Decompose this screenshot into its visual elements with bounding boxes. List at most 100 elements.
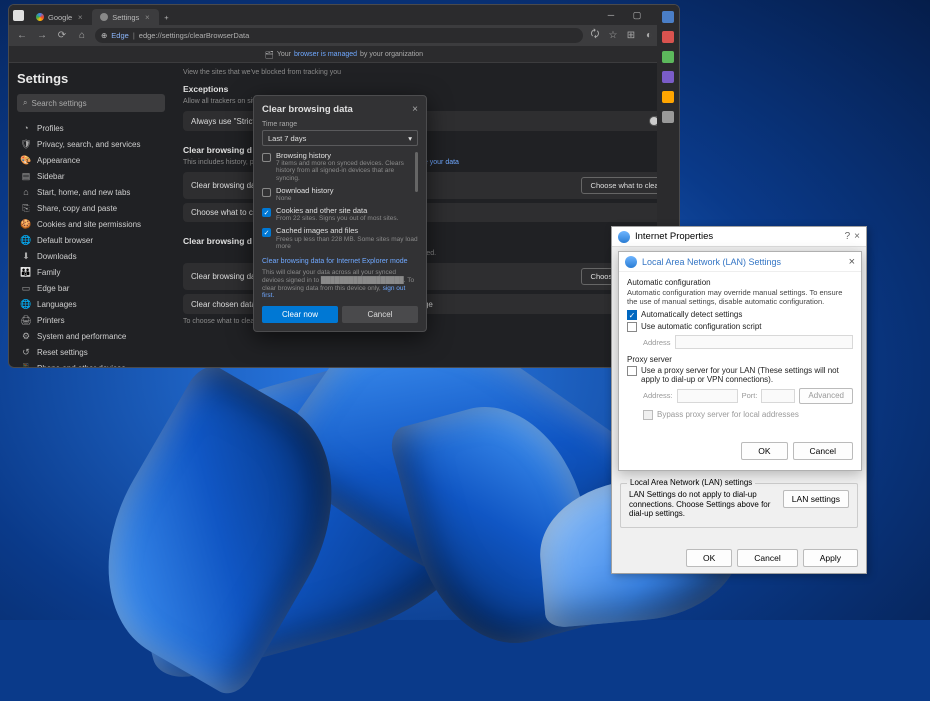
use-proxy-label: Use a proxy server for your LAN (These s…	[641, 366, 853, 384]
sidebar-icon: ⬇	[21, 251, 31, 261]
sidebar-item[interactable]: ⎘ Share, copy and paste	[17, 200, 165, 216]
profile-icon[interactable]: ◐	[643, 30, 655, 42]
ip-ok-button[interactable]: OK	[686, 549, 732, 567]
managed-banner: 🗂 Your browser is managed by your organi…	[9, 47, 679, 63]
proxy-label: Proxy server	[627, 355, 853, 364]
tab-settings[interactable]: Settings ×	[92, 9, 159, 25]
sidebar-item[interactable]: 🌐Languages	[17, 296, 165, 312]
tab-close-icon[interactable]: ×	[143, 13, 151, 21]
home-button[interactable]: ⌂	[75, 29, 89, 43]
window-titlebar[interactable]: Google × Settings × + ─ ▢ ×	[9, 5, 679, 25]
data-type-label: Browsing history	[276, 152, 418, 160]
sidebar-icon: 📱	[21, 363, 31, 368]
cancel-button[interactable]: Cancel	[342, 306, 418, 323]
auto-detect-checkbox[interactable]: ✓	[627, 310, 637, 320]
sidebar-item[interactable]: ▭Edge bar	[17, 280, 165, 296]
lan-group-desc: LAN Settings do not apply to dial-up con…	[629, 490, 777, 519]
url-input[interactable]: ⊕ Edge | edge://settings/clearBrowserDat…	[95, 28, 583, 43]
globe-icon	[618, 231, 630, 243]
data-type-checkbox[interactable]	[262, 188, 271, 197]
ip-apply-button[interactable]: Apply	[803, 549, 858, 567]
sidebar-icon: ⎘	[21, 203, 31, 213]
sidebar-label: Cookies and site permissions	[37, 220, 141, 229]
sidebar-icon: 🍪	[21, 219, 31, 229]
auto-config-desc: Automatic configuration may override man…	[627, 289, 853, 306]
read-aloud-icon[interactable]: 🗘	[589, 30, 601, 42]
help-icon[interactable]: ?	[845, 231, 851, 242]
favicon-settings	[100, 13, 108, 21]
sidebar-label: Printers	[37, 316, 65, 325]
use-proxy-checkbox[interactable]	[627, 366, 637, 376]
search-placeholder: Search settings	[31, 99, 86, 108]
sidebar-label: Privacy, search, and services	[37, 140, 140, 149]
sidebar-item[interactable]: 📱Phone and other devices	[17, 360, 165, 368]
rail-icon[interactable]	[662, 91, 674, 103]
refresh-button[interactable]: ⟳	[55, 29, 69, 43]
rail-icon[interactable]	[662, 11, 674, 23]
ip-close-icon[interactable]: ×	[854, 231, 860, 242]
managed-link[interactable]: browser is managed	[294, 51, 357, 58]
tracker-note: View the sites that we've blocked from t…	[183, 69, 679, 76]
ie-mode-link[interactable]: Clear browsing data for Internet Explore…	[262, 258, 418, 265]
tab-google[interactable]: Google ×	[28, 9, 92, 25]
data-type-checkbox[interactable]: ✓	[262, 208, 271, 217]
rail-icon[interactable]	[662, 111, 674, 123]
lan-ok-button[interactable]: OK	[741, 442, 787, 460]
sidebar-label: Sidebar	[37, 172, 65, 181]
sidebar-item[interactable]: ◔Profiles	[17, 120, 165, 136]
sidebar-label: Appearance	[37, 156, 80, 165]
clear-now-button[interactable]: Clear now	[262, 306, 338, 323]
forward-button[interactable]: →	[35, 29, 49, 43]
lan-close-icon[interactable]: ×	[849, 256, 855, 268]
new-tab-button[interactable]: +	[159, 9, 173, 25]
dialog-title: Clear browsing data	[262, 104, 353, 115]
data-type-checkbox[interactable]: ✓	[262, 228, 271, 237]
window-maximize[interactable]: ▢	[625, 7, 649, 23]
sidebar-item[interactable]: 🌐Default browser	[17, 232, 165, 248]
window-minimize[interactable]: ─	[599, 7, 623, 23]
chevron-down-icon: ▾	[408, 134, 412, 143]
sidebar-label: Share, copy and paste	[37, 204, 117, 213]
sidebar-icon: 🌐	[21, 299, 31, 309]
favorites-icon[interactable]: ☆	[607, 30, 619, 42]
sidebar-item[interactable]: 🛡Privacy, search, and services	[17, 136, 165, 152]
sidebar-item[interactable]: ▤Sidebar	[17, 168, 165, 184]
collections-icon[interactable]: ⊞	[625, 30, 637, 42]
advanced-button[interactable]: Advanced	[799, 388, 853, 404]
lan-cancel-button[interactable]: Cancel	[793, 442, 853, 460]
auto-config-label: Automatic configuration	[627, 278, 853, 287]
rail-icon[interactable]	[662, 51, 674, 63]
sidebar-label: Profiles	[37, 124, 64, 133]
data-type-label: Cookies and other site data	[276, 207, 398, 215]
scrollbar-thumb[interactable]	[415, 152, 418, 192]
data-type-checkbox[interactable]	[262, 153, 271, 162]
sidebar-item[interactable]: 🎨 Appearance	[17, 152, 165, 168]
lan-titlebar[interactable]: Local Area Network (LAN) Settings ×	[619, 252, 861, 272]
sidebar-item[interactable]: ⬇Downloads	[17, 248, 165, 264]
sidebar-item[interactable]: ⌂Start, home, and new tabs	[17, 184, 165, 200]
bypass-checkbox	[643, 410, 653, 420]
rail-icon[interactable]	[662, 31, 674, 43]
lan-settings-button[interactable]: LAN settings	[783, 490, 849, 508]
sidebar-item[interactable]: 🖨Printers	[17, 312, 165, 328]
sidebar-icon: 🎨	[21, 155, 31, 165]
time-range-select[interactable]: Last 7 days ▾	[262, 130, 418, 146]
ip-titlebar[interactable]: Internet Properties ? ×	[612, 227, 866, 247]
auto-script-checkbox[interactable]	[627, 322, 637, 332]
dialog-close-icon[interactable]: ×	[412, 104, 418, 115]
sidebar-icon: ↺	[21, 347, 31, 357]
sidebar-item[interactable]: 🍪 Cookies and site permissions	[17, 216, 165, 232]
proxy-address-label: Address:	[643, 391, 673, 400]
sidebar-label: Default browser	[37, 236, 93, 245]
ip-cancel-button[interactable]: Cancel	[737, 549, 797, 567]
globe-icon	[625, 256, 637, 268]
sidebar-item[interactable]: ↺Reset settings	[17, 344, 165, 360]
rail-icon[interactable]	[662, 71, 674, 83]
data-type-label: Cached images and files	[276, 227, 418, 235]
tab-close-icon[interactable]: ×	[76, 13, 84, 21]
sidebar-item[interactable]: ⚙System and performance	[17, 328, 165, 344]
sync-note: This will clear your data across all you…	[262, 269, 418, 300]
sidebar-item[interactable]: 👪Family	[17, 264, 165, 280]
settings-search[interactable]: ⌕ Search settings	[17, 94, 165, 112]
back-button[interactable]: ←	[15, 29, 29, 43]
